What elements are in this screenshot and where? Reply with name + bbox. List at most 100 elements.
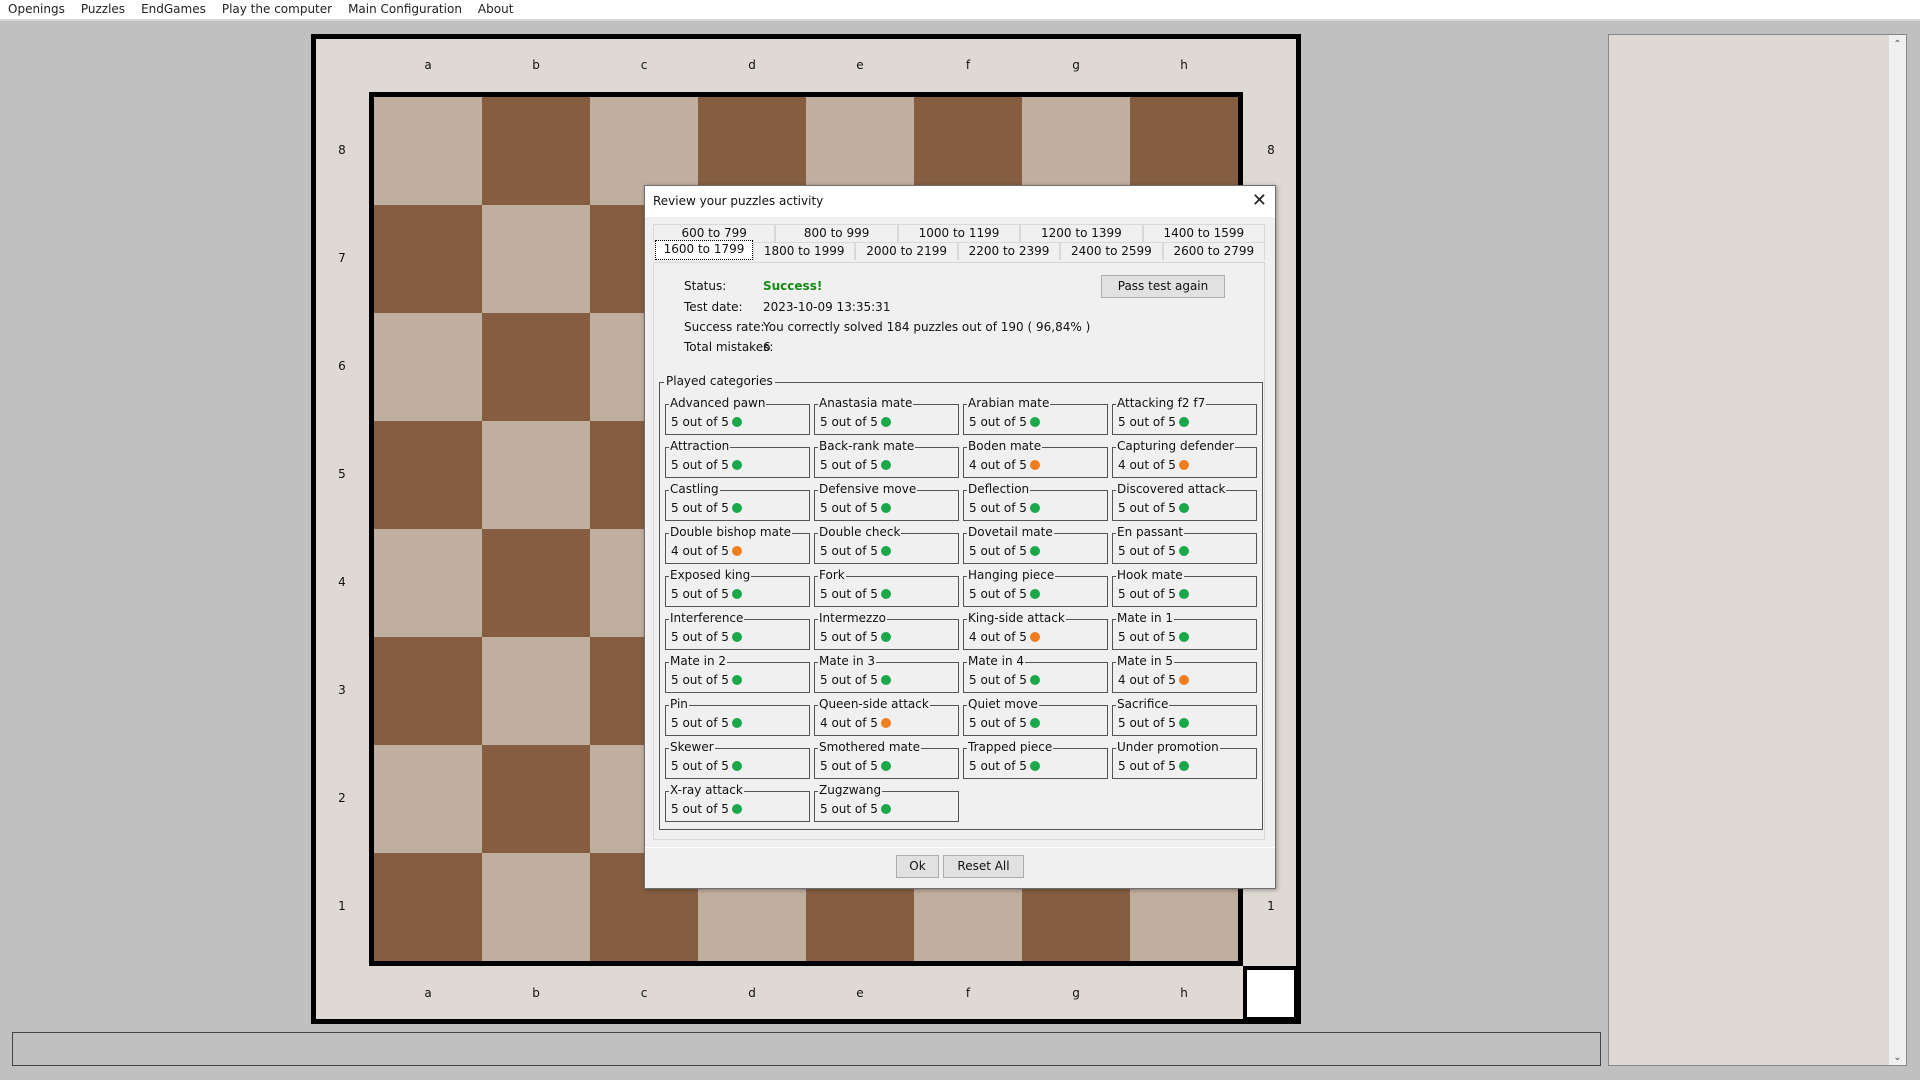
- close-icon[interactable]: ✕: [1252, 190, 1267, 212]
- file-label-e-top: e: [856, 58, 864, 72]
- status-dot-icon: [880, 503, 891, 513]
- category-score-text: 5 out of 5: [820, 759, 878, 773]
- status-dot-icon: [1029, 503, 1040, 513]
- status-dot-icon: [1029, 589, 1040, 599]
- status-dot-icon: [880, 804, 891, 814]
- move-list-panel[interactable]: ⌃ ⌄: [1608, 34, 1907, 1066]
- status-dot-icon: [1178, 675, 1189, 685]
- square-a3[interactable]: [374, 637, 482, 745]
- category-score: 5 out of 5: [671, 587, 742, 601]
- category-name: Queen-side attack: [818, 697, 930, 711]
- chevron-up-icon[interactable]: ⌃: [1889, 39, 1906, 50]
- category-score: 5 out of 5: [671, 415, 742, 429]
- square-a6[interactable]: [374, 313, 482, 421]
- square-b3[interactable]: [482, 637, 590, 745]
- square-a8[interactable]: [374, 97, 482, 205]
- category-score: 5 out of 5: [969, 759, 1040, 773]
- square-b5[interactable]: [482, 421, 590, 529]
- category-box: Mate in 5 4 out of 5: [1112, 654, 1257, 693]
- played-categories-group: Played categories Advanced pawn 5 out of …: [659, 374, 1263, 830]
- vertical-scrollbar[interactable]: ⌃ ⌄: [1889, 35, 1906, 1065]
- status-bar: [12, 1032, 1601, 1066]
- file-label-a-bottom: a: [424, 986, 432, 1000]
- category-name: Advanced pawn: [669, 396, 767, 410]
- status-dot-icon: [1178, 589, 1189, 599]
- rank-label-7-left: 7: [338, 251, 346, 265]
- category-score-text: 5 out of 5: [671, 587, 729, 601]
- square-a5[interactable]: [374, 421, 482, 529]
- square-a1[interactable]: [374, 853, 482, 961]
- category-name: Mate in 5: [1116, 654, 1174, 668]
- tab-range-800-to-999[interactable]: 800 to 999: [775, 224, 898, 242]
- category-name: Hanging piece: [967, 568, 1056, 582]
- square-b8[interactable]: [482, 97, 590, 205]
- category-score: 5 out of 5: [671, 630, 742, 644]
- tab-range-1200-to-1399[interactable]: 1200 to 1399: [1020, 224, 1143, 242]
- square-b1[interactable]: [482, 853, 590, 961]
- category-score: 5 out of 5: [969, 544, 1040, 558]
- menu-main-configuration[interactable]: Main Configuration: [340, 0, 470, 19]
- category-score: 5 out of 5: [1118, 587, 1189, 601]
- category-score: 5 out of 5: [671, 716, 742, 730]
- category-name: Pin: [669, 697, 689, 711]
- menu-play-computer[interactable]: Play the computer: [214, 0, 340, 19]
- category-score-text: 4 out of 5: [671, 544, 729, 558]
- category-name: X-ray attack: [669, 783, 744, 797]
- category-box: Boden mate 4 out of 5: [963, 439, 1108, 478]
- category-box: Sacrifice 5 out of 5: [1112, 697, 1257, 736]
- category-score: 5 out of 5: [820, 544, 891, 558]
- square-b7[interactable]: [482, 205, 590, 313]
- menu-endgames[interactable]: EndGames: [133, 0, 214, 19]
- status-dot-icon: [1178, 632, 1189, 642]
- category-name: Mate in 2: [669, 654, 727, 668]
- file-label-c-top: c: [640, 58, 648, 72]
- status-dot-icon: [731, 546, 742, 556]
- success-rate-value: You correctly solved 184 puzzles out of …: [763, 320, 1091, 334]
- tab-range-2600-to-2799[interactable]: 2600 to 2799: [1162, 242, 1266, 260]
- tab-range-2200-to-2399[interactable]: 2200 to 2399: [957, 242, 1061, 260]
- category-name: Double check: [818, 525, 902, 539]
- square-a7[interactable]: [374, 205, 482, 313]
- category-score: 5 out of 5: [820, 501, 891, 515]
- category-score-text: 5 out of 5: [671, 630, 729, 644]
- square-a4[interactable]: [374, 529, 482, 637]
- category-box: Hanging piece 5 out of 5: [963, 568, 1108, 607]
- category-score-text: 5 out of 5: [969, 544, 1027, 558]
- menu-about[interactable]: About: [470, 0, 521, 19]
- category-score: 5 out of 5: [969, 501, 1040, 515]
- tab-range-1400-to-1599[interactable]: 1400 to 1599: [1142, 224, 1266, 242]
- tab-range-2400-to-2599[interactable]: 2400 to 2599: [1060, 242, 1163, 260]
- square-b4[interactable]: [482, 529, 590, 637]
- category-name: Fork: [818, 568, 846, 582]
- square-b6[interactable]: [482, 313, 590, 421]
- category-box: Double bishop mate 4 out of 5: [665, 525, 810, 564]
- category-score-text: 5 out of 5: [1118, 415, 1176, 429]
- square-b2[interactable]: [482, 745, 590, 853]
- pass-test-again-button[interactable]: Pass test again: [1101, 275, 1225, 298]
- menu-puzzles[interactable]: Puzzles: [73, 0, 133, 19]
- category-name: Back-rank mate: [818, 439, 916, 453]
- status-dot-icon: [1029, 417, 1040, 427]
- tab-range-1600-to-1799[interactable]: 1600 to 1799: [655, 240, 753, 260]
- category-score: 5 out of 5: [969, 587, 1040, 601]
- category-name: Exposed king: [669, 568, 752, 582]
- category-name: Deflection: [967, 482, 1031, 496]
- status-dot-icon: [1178, 718, 1189, 728]
- category-box: Double check 5 out of 5: [814, 525, 959, 564]
- category-box: Interference 5 out of 5: [665, 611, 810, 650]
- menu-openings[interactable]: Openings: [0, 0, 73, 19]
- ok-button[interactable]: Ok: [896, 855, 939, 878]
- reset-all-button[interactable]: Reset All: [943, 855, 1024, 878]
- tab-range-1000-to-1199[interactable]: 1000 to 1199: [897, 224, 1021, 242]
- category-name: Attraction: [669, 439, 731, 453]
- square-a2[interactable]: [374, 745, 482, 853]
- chevron-down-icon[interactable]: ⌄: [1889, 1052, 1906, 1063]
- tab-range-1800-to-1999[interactable]: 1800 to 1999: [753, 242, 856, 260]
- category-score: 5 out of 5: [1118, 759, 1189, 773]
- category-box: Under promotion 5 out of 5: [1112, 740, 1257, 779]
- category-score: 5 out of 5: [969, 673, 1040, 687]
- status-dot-icon: [1029, 761, 1040, 771]
- category-score: 5 out of 5: [671, 458, 742, 472]
- tab-range-2000-to-2199[interactable]: 2000 to 2199: [855, 242, 958, 260]
- rank-label-2-left: 2: [338, 791, 346, 805]
